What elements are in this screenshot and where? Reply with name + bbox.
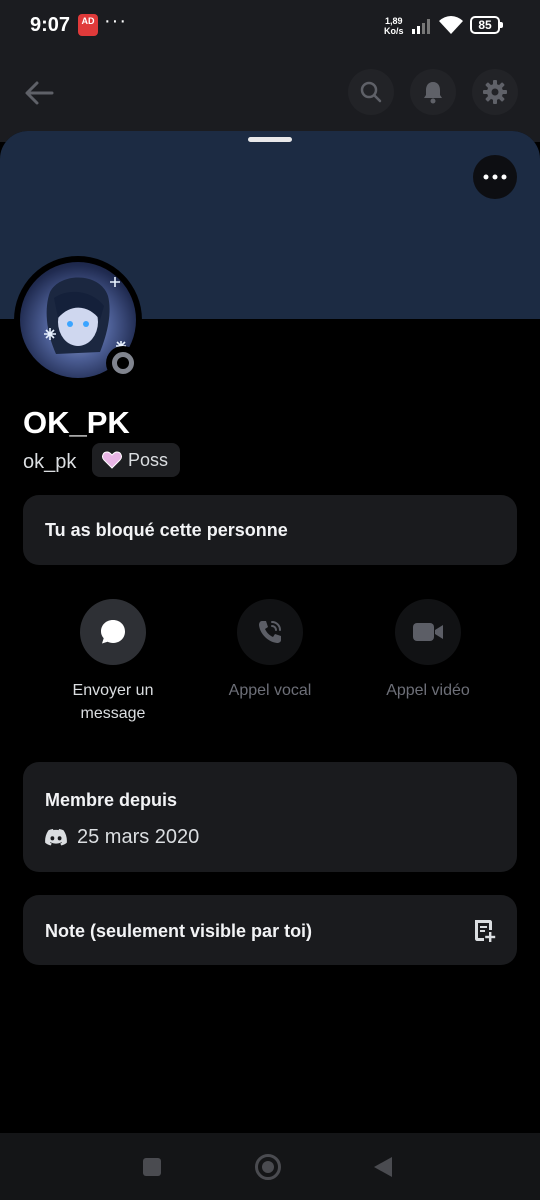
voice-call-action[interactable]: Appel vocal [200,599,340,702]
chat-bubble-icon [101,620,125,644]
note-card[interactable]: Note (seulement visible par toi) [23,895,517,965]
server-tag-badge[interactable]: Poss [92,443,181,477]
network-speed: 1,89 Ko/s [384,16,404,36]
search-icon [360,81,382,103]
status-time: 9:07 [30,14,71,36]
more-options-button[interactable] [473,155,517,199]
search-button[interactable] [348,69,394,115]
signal-icon [412,19,430,34]
recent-apps-icon[interactable] [143,1158,161,1176]
member-since-title: Membre depuis [45,790,178,810]
username: ok_pk [23,451,77,473]
heart-gem-icon [102,451,122,469]
home-icon[interactable] [255,1154,281,1180]
blocked-notice-text: Tu as bloqué cette personne [45,520,288,540]
video-camera-icon [413,623,443,641]
offline-status-indicator [106,346,140,380]
member-since-card: Membre depuis 25 mars 2020 [23,762,517,872]
bell-icon [424,82,442,104]
discord-icon [45,829,67,846]
avatar[interactable] [14,256,142,384]
note-label: Note (seulement visible par toi) [45,921,313,941]
server-tag-label: Poss [128,449,169,470]
more-horizontal-icon [483,174,507,180]
wifi-icon [439,16,463,34]
display-name: OK_PK [23,405,130,440]
battery-icon: 85 [470,16,503,34]
back-arrow-icon[interactable] [22,76,56,110]
profile-sheet: OK_PK ok_pk Poss Tu as bloqué cette pers… [0,131,540,1200]
send-message-label: Envoyer un message [72,682,154,722]
video-call-label: Appel vidéo [386,682,470,699]
phone-icon [259,621,281,643]
gear-icon [483,80,507,104]
top-nav-bar [0,52,540,142]
blocked-notice: Tu as bloqué cette personne [23,495,517,565]
more-notifications-icon: ··· [104,10,127,32]
member-since-row: 25 mars 2020 [45,826,199,849]
sheet-drag-handle[interactable] [248,137,292,142]
send-message-action[interactable]: Envoyer un message [43,599,183,725]
member-since-date: 25 mars 2020 [77,826,200,848]
ad-blocker-icon: AD [78,14,98,36]
settings-button[interactable] [472,69,518,115]
note-add-icon[interactable] [471,917,497,943]
voice-call-label: Appel vocal [228,682,312,699]
back-triangle-icon[interactable] [372,1155,394,1179]
video-call-action[interactable]: Appel vidéo [358,599,498,702]
voice-call-button[interactable] [237,599,303,665]
send-message-button[interactable] [80,599,146,665]
notifications-button[interactable] [410,69,456,115]
video-call-button[interactable] [395,599,461,665]
